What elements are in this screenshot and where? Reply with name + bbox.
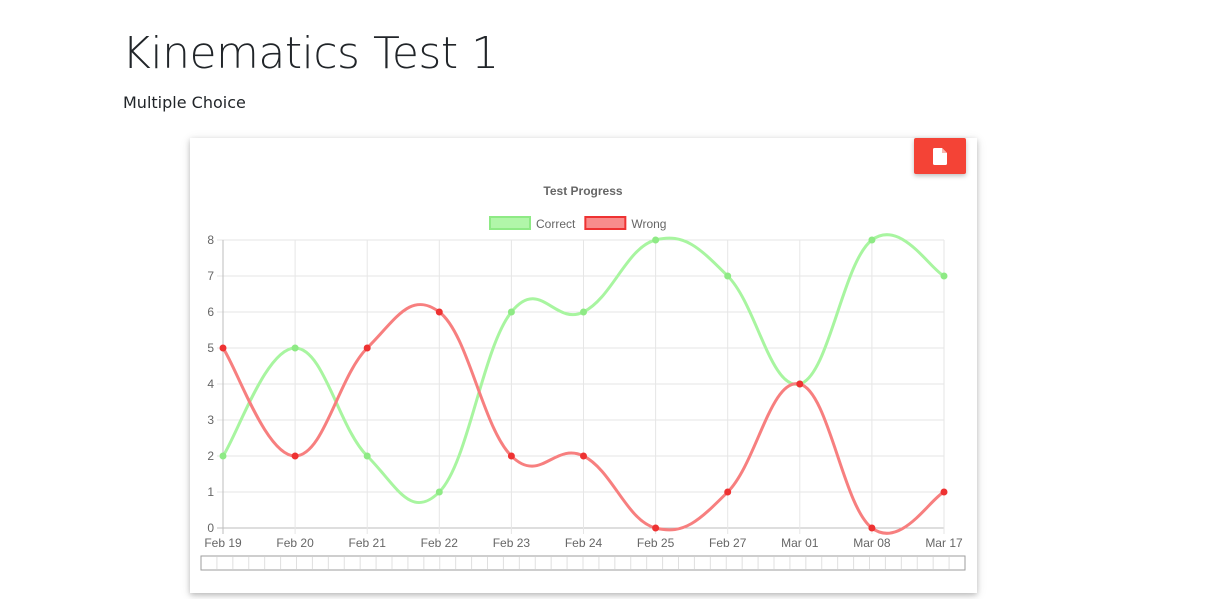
data-point[interactable] (363, 344, 371, 352)
line-chart: Test Progress Correct Wrong 0 1 2 3 4 5 6 7 8 Feb … (200, 184, 966, 571)
page-title: Kinematics Test 1 (122, 28, 499, 79)
chart-card: Test Progress Correct Wrong 0 1 2 3 4 5 6 7 8 Feb … (190, 138, 977, 593)
x-tick-label: Feb 21 (349, 536, 387, 550)
y-tick-label: 8 (207, 233, 214, 247)
x-tick-label: Mar 08 (853, 536, 891, 550)
data-point[interactable] (724, 488, 732, 496)
data-point[interactable] (219, 344, 227, 352)
x-tick-label: Feb 24 (565, 536, 603, 550)
y-tick-label: 1 (207, 485, 214, 499)
y-tick-label: 7 (207, 269, 214, 283)
x-tick-label: Feb 22 (421, 536, 459, 550)
data-point[interactable] (940, 488, 948, 496)
x-tick-label: Feb 19 (204, 536, 242, 550)
x-tick-label: Feb 23 (493, 536, 531, 550)
legend-swatch (489, 216, 531, 230)
data-point[interactable] (580, 308, 587, 316)
data-point[interactable] (868, 524, 876, 532)
data-point[interactable] (291, 452, 299, 460)
legend-label: Wrong (631, 217, 666, 231)
x-tick-label: Feb 27 (709, 536, 747, 550)
data-point[interactable] (652, 524, 660, 532)
y-tick-label: 6 (207, 305, 214, 319)
chart-grid (217, 239, 945, 534)
data-point[interactable] (435, 488, 443, 496)
legend-label: Correct (536, 217, 576, 231)
x-tick-label: Feb 20 (276, 536, 314, 550)
data-point[interactable] (580, 452, 587, 460)
x-tick-label: Feb 25 (637, 536, 675, 550)
page-subtitle: Multiple Choice (123, 93, 246, 112)
data-point[interactable] (507, 452, 515, 460)
y-tick-label: 3 (207, 413, 214, 427)
x-tick-label: Mar 01 (781, 536, 819, 550)
data-point[interactable] (435, 308, 443, 316)
data-point[interactable] (796, 380, 804, 388)
data-point[interactable] (291, 344, 299, 352)
data-point[interactable] (507, 308, 515, 316)
legend-swatch (584, 216, 627, 230)
y-tick-label: 5 (207, 341, 214, 355)
chart-legend: Correct Wrong (489, 216, 666, 231)
y-tick-label: 2 (207, 449, 214, 463)
data-point[interactable] (724, 272, 732, 280)
data-point[interactable] (868, 236, 876, 244)
data-point[interactable] (940, 272, 948, 280)
data-point[interactable] (219, 452, 227, 460)
y-tick-label: 0 (207, 521, 214, 535)
range-slider[interactable] (200, 555, 966, 571)
y-tick-label: 4 (207, 377, 214, 391)
chart-title: Test Progress (543, 184, 622, 198)
x-tick-label: Mar 17 (925, 536, 963, 550)
data-point[interactable] (652, 236, 660, 244)
data-point[interactable] (363, 452, 371, 460)
